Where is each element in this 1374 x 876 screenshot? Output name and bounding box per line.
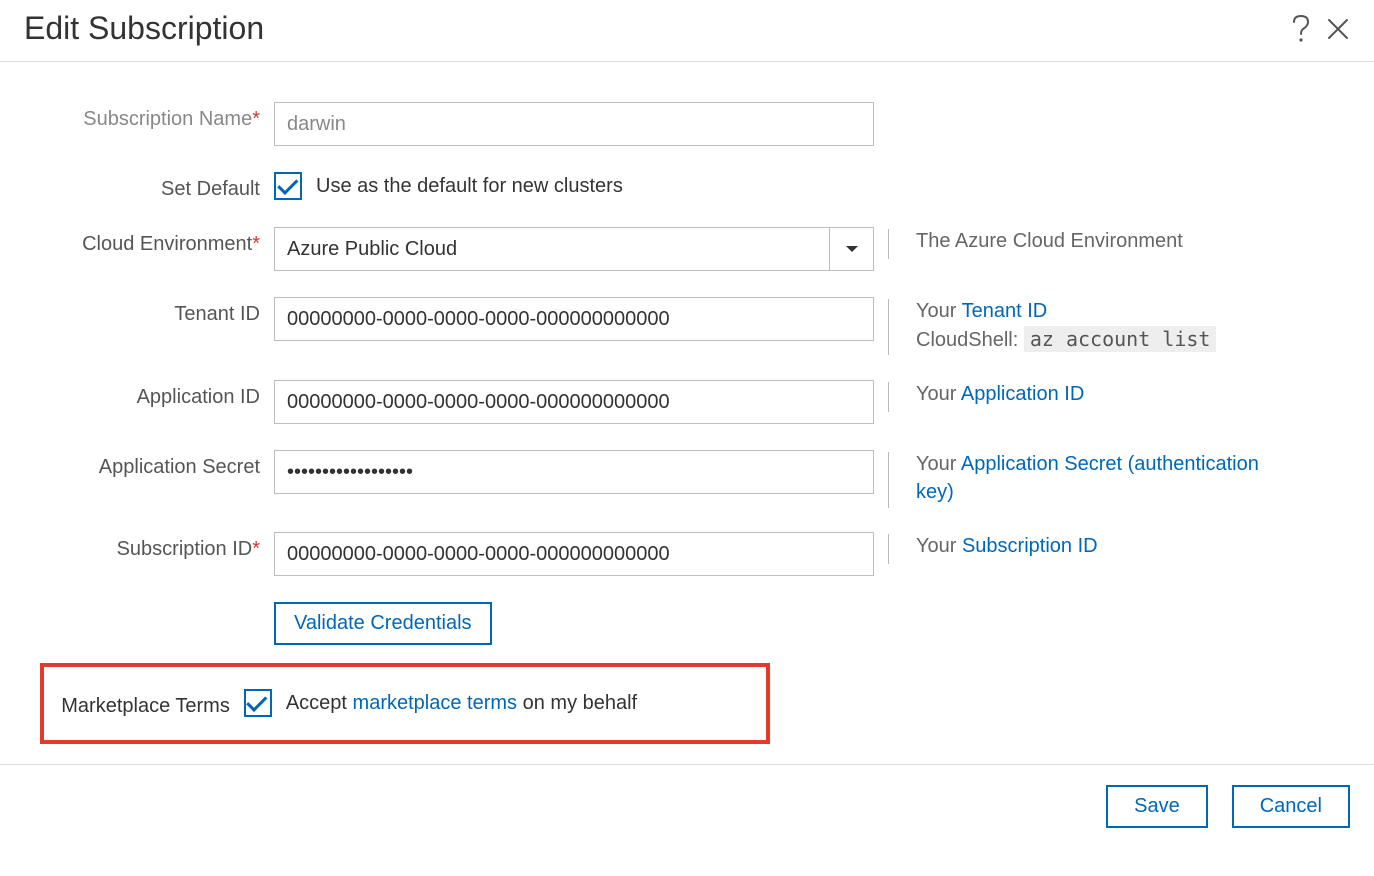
application-id-input[interactable]	[274, 380, 874, 424]
label-set-default: Set Default	[46, 172, 274, 201]
row-subscription-id: Subscription ID* Your Subscription ID	[46, 532, 1350, 576]
help-subscription-id: Your Subscription ID	[874, 532, 1098, 560]
required-mark: *	[252, 108, 260, 130]
row-application-id: Application ID Your Application ID	[46, 380, 1350, 424]
tenant-id-link[interactable]: Tenant ID	[962, 300, 1048, 322]
application-id-link[interactable]: Application ID	[961, 383, 1084, 405]
row-cloud-environment: Cloud Environment* Azure Public Cloud Th…	[46, 227, 1350, 271]
close-button[interactable]	[1326, 17, 1350, 41]
dialog-header-actions	[1290, 14, 1350, 44]
subscription-id-link[interactable]: Subscription ID	[962, 535, 1098, 557]
tenant-id-input[interactable]	[274, 297, 874, 341]
label-marketplace-terms: Marketplace Terms	[54, 689, 244, 718]
text-after: on my behalf	[517, 692, 637, 714]
help-text: Your	[916, 300, 962, 322]
row-subscription-name: Subscription Name*	[46, 102, 1350, 146]
dialog-footer: Save Cancel	[0, 764, 1374, 848]
help-text: Your	[916, 383, 961, 405]
row-marketplace-terms: Marketplace Terms Accept marketplace ter…	[54, 689, 756, 718]
dialog-header: Edit Subscription	[0, 0, 1374, 62]
close-icon	[1326, 17, 1350, 41]
label-application-secret: Application Secret	[46, 450, 274, 479]
help-text: Your	[916, 453, 961, 475]
help-application-id: Your Application ID	[874, 380, 1084, 408]
label-text: Cloud Environment	[82, 233, 252, 255]
help-button[interactable]	[1290, 14, 1312, 44]
help-cloud-environment: The Azure Cloud Environment	[874, 227, 1183, 255]
help-icon	[1290, 14, 1312, 44]
row-tenant-id: Tenant ID Your Tenant ID CloudShell: az …	[46, 297, 1350, 354]
text-before: Accept	[286, 692, 353, 714]
subscription-id-input[interactable]	[274, 532, 874, 576]
required-mark: *	[252, 233, 260, 255]
help-line2-code: az account list	[1024, 326, 1217, 352]
help-application-secret: Your Application Secret (authentication …	[874, 450, 1294, 506]
chevron-down-icon	[845, 244, 859, 254]
cloud-environment-selected: Azure Public Cloud	[274, 227, 830, 271]
form-area: Subscription Name* Set Default Use as th…	[0, 62, 1374, 764]
dialog-title: Edit Subscription	[24, 10, 264, 47]
validate-credentials-button[interactable]: Validate Credentials	[274, 602, 492, 645]
application-secret-link[interactable]: Application Secret (authentication key)	[916, 453, 1259, 503]
marketplace-terms-text: Accept marketplace terms on my behalf	[286, 692, 637, 715]
subscription-name-input[interactable]	[274, 102, 874, 146]
cloud-environment-caret[interactable]	[830, 227, 874, 271]
required-mark: *	[252, 538, 260, 560]
row-set-default: Set Default Use as the default for new c…	[46, 172, 1350, 201]
application-secret-input[interactable]	[274, 450, 874, 494]
marketplace-terms-link[interactable]: marketplace terms	[353, 692, 518, 714]
label-text: Subscription ID	[117, 538, 253, 560]
marketplace-terms-checkbox[interactable]	[244, 689, 272, 717]
marketplace-terms-highlight: Marketplace Terms Accept marketplace ter…	[40, 663, 770, 744]
label-text: Subscription Name	[83, 108, 252, 130]
label-application-id: Application ID	[46, 380, 274, 409]
cancel-button[interactable]: Cancel	[1232, 785, 1350, 828]
label-spacer	[46, 602, 274, 608]
set-default-checkbox-label: Use as the default for new clusters	[316, 175, 623, 198]
help-text: Your	[916, 535, 962, 557]
save-button[interactable]: Save	[1106, 785, 1208, 828]
help-line2-text: CloudShell:	[916, 329, 1024, 351]
label-subscription-name: Subscription Name*	[46, 102, 274, 131]
set-default-checkbox[interactable]	[274, 172, 302, 200]
help-tenant-id: Your Tenant ID CloudShell: az account li…	[874, 297, 1216, 354]
label-cloud-environment: Cloud Environment*	[46, 227, 274, 256]
cloud-environment-select[interactable]: Azure Public Cloud	[274, 227, 874, 271]
row-validate: Validate Credentials	[46, 602, 1350, 645]
row-application-secret: Application Secret Your Application Secr…	[46, 450, 1350, 506]
label-tenant-id: Tenant ID	[46, 297, 274, 326]
label-subscription-id: Subscription ID*	[46, 532, 274, 561]
